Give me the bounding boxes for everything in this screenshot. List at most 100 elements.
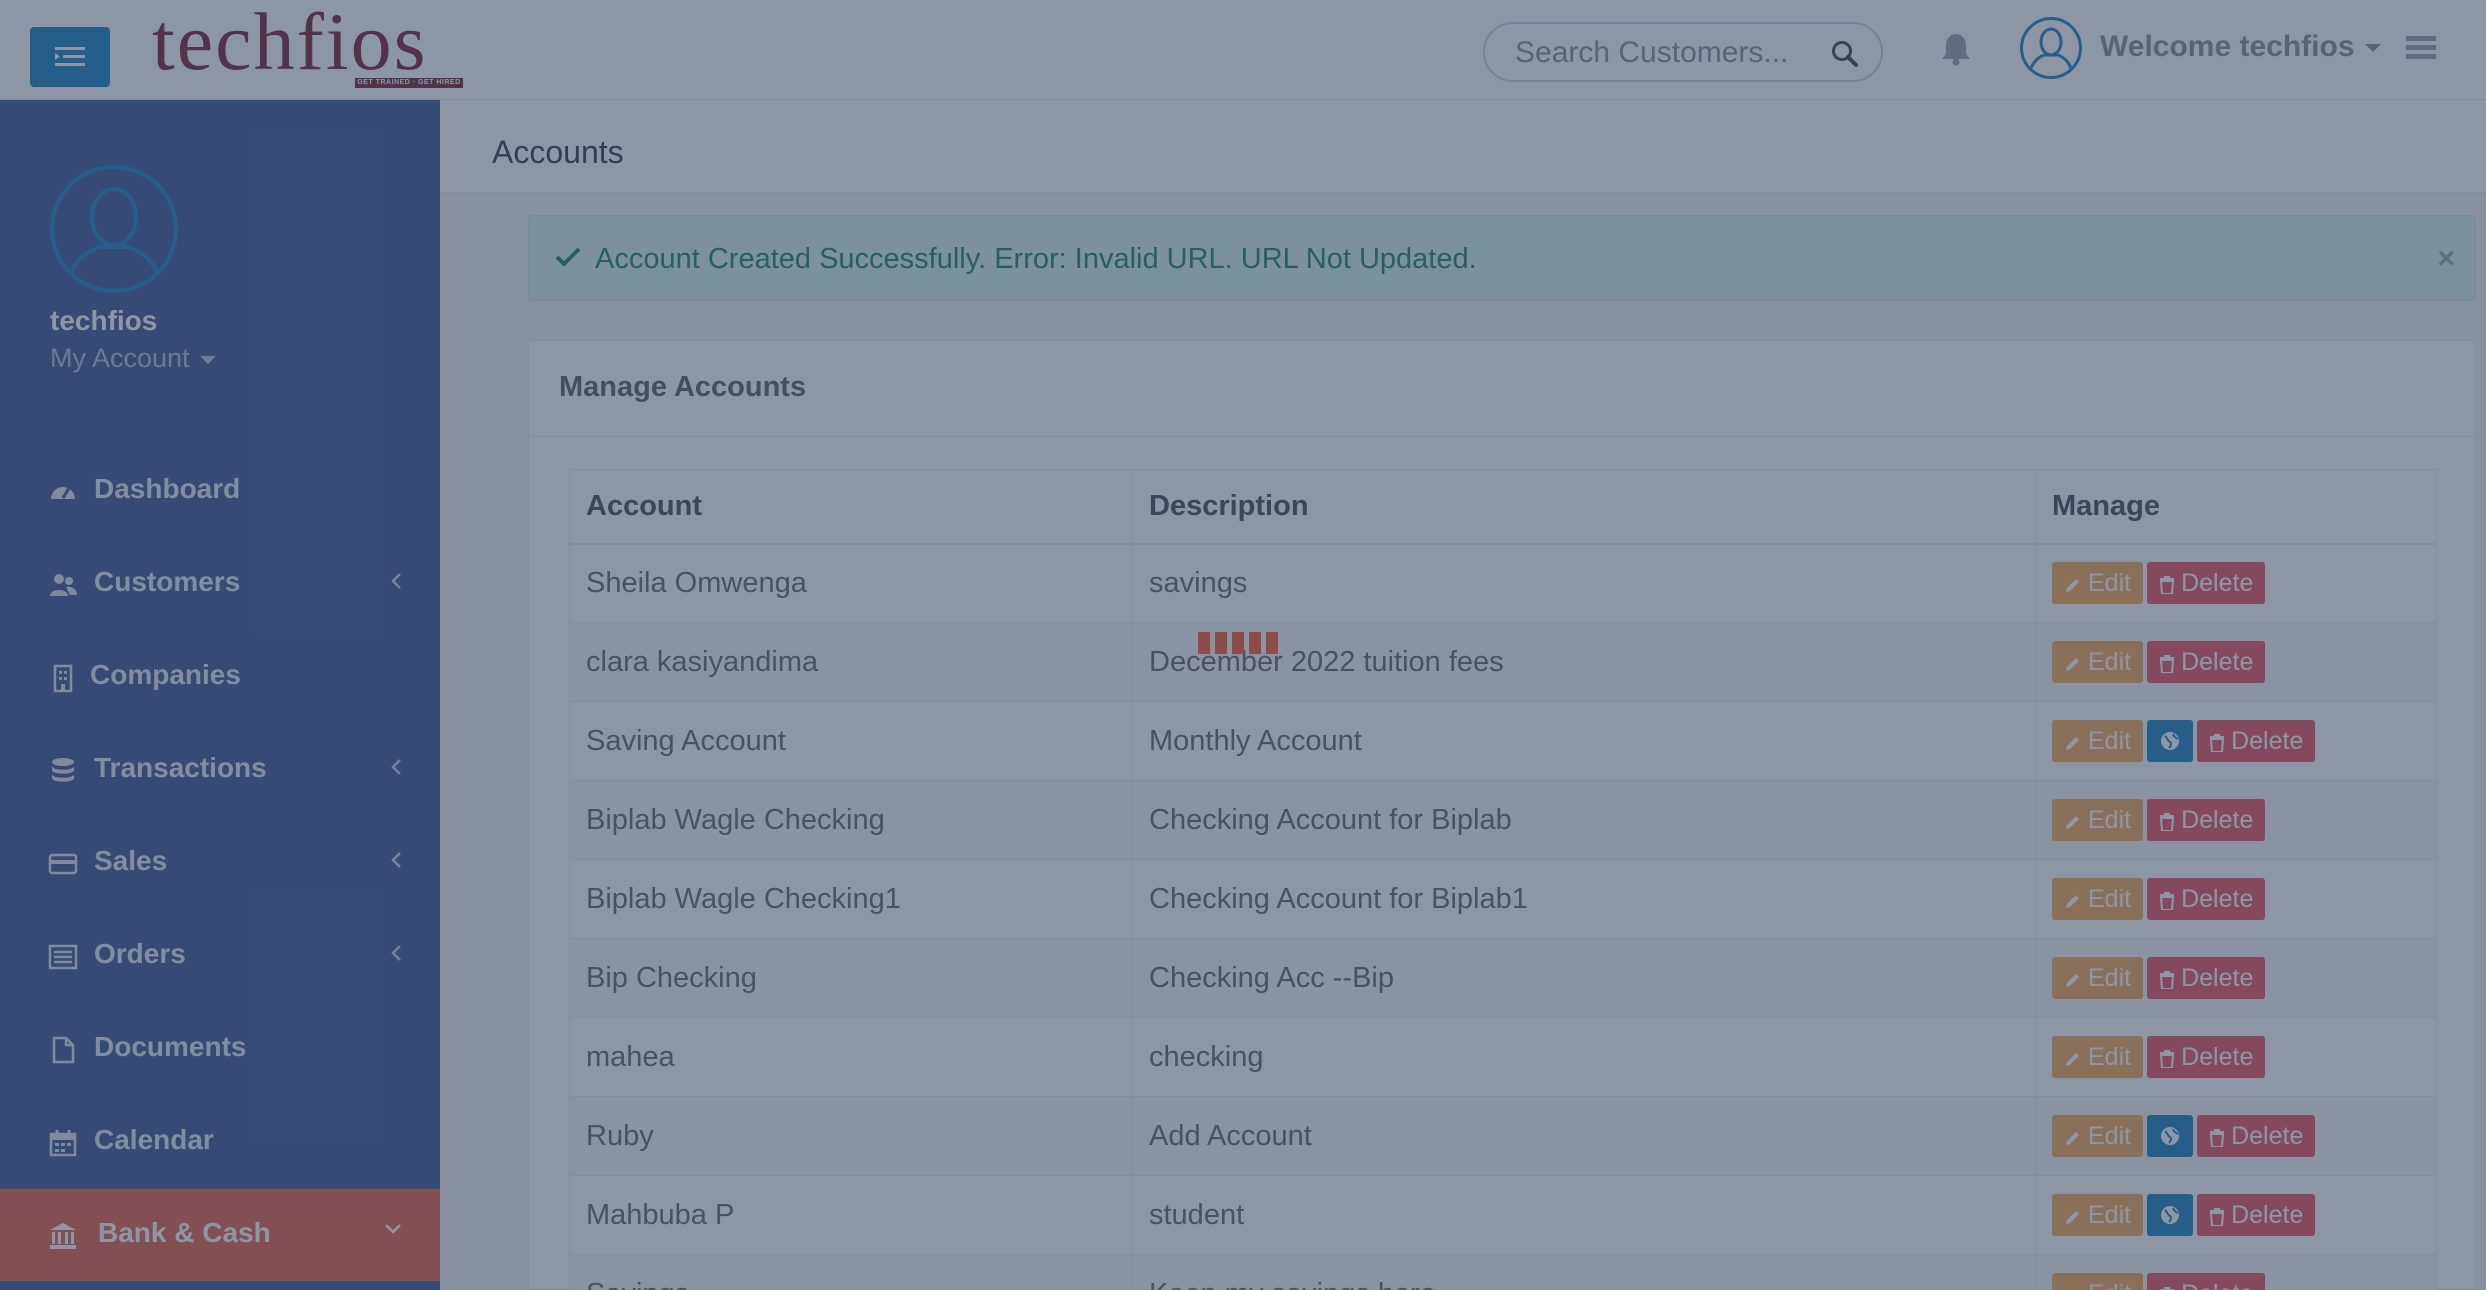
table-row: Bip Checking Checking Acc --Bip Edit Delete — [569, 938, 2437, 1018]
description-cell: Checking Account for Biplab — [1132, 780, 2036, 860]
delete-button[interactable]: Delete — [2147, 799, 2266, 841]
table-row: Ruby Add Account Edit Delete — [569, 1096, 2437, 1176]
close-icon[interactable]: × — [2437, 244, 2455, 274]
trash-icon — [2160, 655, 2175, 674]
trash-icon — [2160, 576, 2175, 596]
delete-button[interactable]: Delete — [2147, 878, 2266, 920]
right-sidebar-toggle-icon[interactable] — [2406, 36, 2436, 60]
panel-title: Manage Accounts — [559, 371, 807, 403]
description-cell: Monthly Account — [1132, 701, 2036, 781]
manage-cell: Edit Delete — [2035, 701, 2437, 781]
techfios-logo[interactable]: techfios GET TRAINED · GET HIRED — [152, 0, 467, 90]
sidebar-item-documents[interactable]: Documents — [0, 1003, 440, 1095]
edit-button[interactable]: Edit — [2052, 562, 2144, 605]
sidebar-item-sales[interactable]: Sales — [0, 817, 440, 909]
globe-icon — [2161, 1127, 2180, 1145]
user-avatar[interactable] — [2020, 17, 2082, 79]
delete-button[interactable]: Delete — [2147, 957, 2266, 999]
pencil-icon — [2066, 737, 2079, 750]
sidebar-item-companies[interactable]: Companies — [0, 631, 440, 723]
user-icon — [2027, 27, 2075, 76]
page-title: Accounts — [492, 134, 624, 170]
sidebar: techfios My Account Dashboard Customers … — [0, 100, 440, 1290]
trash-icon — [2210, 1208, 2225, 1227]
account-cell: Mahbuba P — [569, 1175, 1133, 1255]
table-row: SavingsKeep my savings here EditDelete — [569, 1254, 2437, 1290]
column-header-description: Description — [1132, 469, 2036, 545]
delete-button[interactable]: Delete — [2147, 1273, 2266, 1290]
check-icon — [555, 247, 581, 267]
profile-username: techfios — [50, 305, 158, 336]
edit-button[interactable]: Edit — [2052, 1273, 2144, 1290]
trash-icon — [2160, 1050, 2175, 1069]
account-cell: Bip Checking — [569, 938, 1133, 1018]
chevron-left-icon — [391, 852, 401, 868]
search-box[interactable] — [1483, 22, 1883, 82]
trash-icon — [2160, 971, 2175, 990]
delete-button[interactable]: Delete — [2197, 1115, 2316, 1157]
sidebar-item-calendar[interactable]: Calendar — [0, 1096, 440, 1188]
table-row: Biplab Wagle Checking Checking Account fo… — [569, 780, 2437, 860]
edit-button[interactable]: Edit — [2052, 799, 2144, 841]
sidebar-toggle-button[interactable] — [30, 27, 110, 87]
globe-button[interactable] — [2147, 720, 2194, 762]
caret-down-icon — [199, 355, 216, 364]
sidebar-item-dashboard[interactable]: Dashboard — [0, 445, 440, 537]
search-icon[interactable] — [1831, 40, 1859, 68]
profile-avatar[interactable] — [50, 165, 178, 293]
pencil-icon — [2066, 895, 2079, 908]
credit-card-icon — [48, 853, 78, 875]
chevron-left-icon — [391, 573, 401, 589]
delete-button[interactable]: Delete — [2147, 1036, 2266, 1078]
globe-icon — [2161, 732, 2180, 750]
delete-button[interactable]: Delete — [2147, 562, 2266, 605]
sidebar-item-orders[interactable]: Orders — [0, 910, 440, 1002]
users-icon — [50, 574, 77, 596]
column-header-manage: Manage — [2035, 469, 2437, 545]
column-header-account: Account — [569, 469, 1133, 545]
table-header-row: Account Description Manage — [569, 469, 2437, 545]
sidebar-item-bank-cash[interactable]: Bank & Cash — [0, 1189, 440, 1281]
menu-icon — [55, 47, 85, 66]
table-row: clara kasiyandima December 2022 tuition f… — [569, 622, 2437, 702]
account-cell: Biplab Wagle Checking1 — [569, 859, 1133, 939]
account-cell: Savings — [569, 1254, 1133, 1290]
trash-icon — [2160, 813, 2175, 832]
globe-button[interactable] — [2147, 1194, 2194, 1236]
search-input[interactable] — [1515, 36, 1815, 70]
edit-button[interactable]: Edit — [2052, 1194, 2144, 1236]
account-cell: mahea — [569, 1017, 1133, 1097]
edit-button[interactable]: Edit — [2052, 957, 2144, 999]
welcome-user-dropdown[interactable]: Welcome techfios — [2100, 30, 2381, 64]
description-cell: Keep my savings here — [1132, 1254, 2036, 1290]
edit-button[interactable]: Edit — [2052, 1115, 2144, 1157]
sidebar-item-transactions[interactable]: Transactions — [0, 724, 440, 816]
top-navbar: techfios GET TRAINED · GET HIRED Welcome… — [0, 0, 2486, 100]
building-icon — [53, 664, 73, 693]
sidebar-item-customers[interactable]: Customers — [0, 538, 440, 630]
loading-indicator — [1198, 632, 1288, 654]
chevron-left-icon — [391, 759, 401, 775]
delete-button[interactable]: Delete — [2147, 641, 2266, 683]
bell-icon[interactable] — [1940, 32, 1972, 66]
table-row: Mahbuba Pstudent Edit Delete — [569, 1175, 2437, 1255]
account-cell: Ruby — [569, 1096, 1133, 1176]
caret-down-icon — [2364, 44, 2381, 53]
edit-button[interactable]: Edit — [2052, 720, 2144, 762]
account-cell: clara kasiyandima — [569, 622, 1133, 702]
calendar-icon — [49, 1130, 77, 1157]
user-icon — [64, 187, 164, 289]
globe-button[interactable] — [2147, 1115, 2194, 1157]
success-alert: Account Created Successfully. Error: Inv… — [528, 215, 2476, 301]
accounts-table: Account Description Manage Sheila Omweng… — [569, 469, 2437, 1290]
table-row: Sheila Omwenga savings Edit Delete — [569, 543, 2437, 623]
edit-button[interactable]: Edit — [2052, 641, 2144, 683]
edit-button[interactable]: Edit — [2052, 1036, 2144, 1078]
account-cell: Saving Account — [569, 701, 1133, 781]
description-cell: Add Account — [1132, 1096, 2036, 1176]
edit-button[interactable]: Edit — [2052, 878, 2144, 920]
manage-accounts-panel: Manage Accounts Account Description Mana… — [528, 340, 2476, 1290]
delete-button[interactable]: Delete — [2197, 720, 2316, 762]
my-account-dropdown[interactable]: My Account — [50, 343, 216, 374]
delete-button[interactable]: Delete — [2197, 1194, 2316, 1236]
